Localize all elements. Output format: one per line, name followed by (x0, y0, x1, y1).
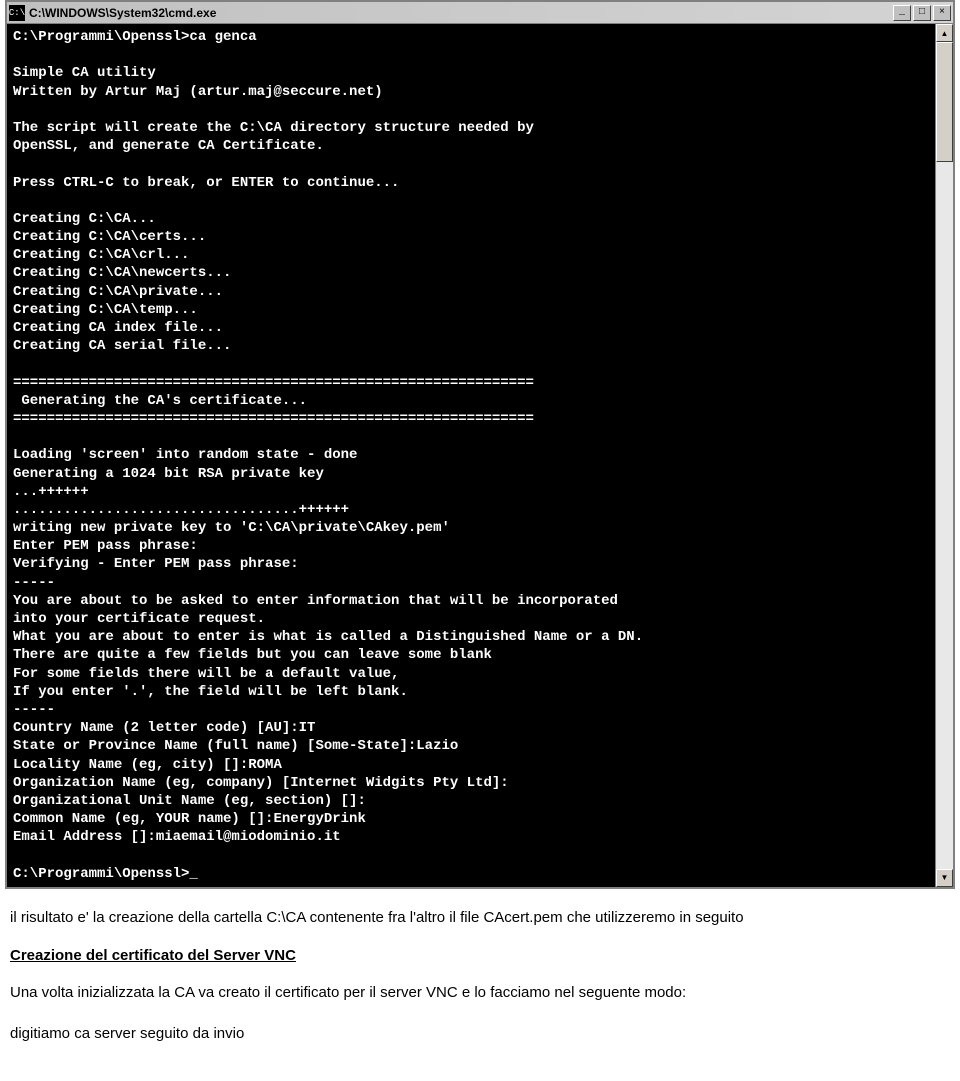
terminal-line: The script will create the C:\CA directo… (13, 119, 929, 137)
terminal-line: What you are about to enter is what is c… (13, 628, 929, 646)
terminal-line: Loading 'screen' into random state - don… (13, 446, 929, 464)
terminal-line: Country Name (2 letter code) [AU]:IT (13, 719, 929, 737)
terminal-line: Organizational Unit Name (eg, section) [… (13, 792, 929, 810)
terminal-line (13, 101, 929, 119)
paragraph-command: digitiamo ca server seguito da invio (10, 1023, 950, 1046)
terminal-line: into your certificate request. (13, 610, 929, 628)
window-title: C:\WINDOWS\System32\cmd.exe (29, 6, 893, 20)
terminal-line: ...++++++ (13, 483, 929, 501)
terminal-line: Creating C:\CA\crl... (13, 246, 929, 264)
maximize-button[interactable]: □ (913, 5, 931, 21)
terminal-line: ========================================… (13, 410, 929, 428)
terminal-line: C:\Programmi\Openssl>_ (13, 865, 929, 883)
scroll-track[interactable] (936, 42, 953, 869)
terminal-line: writing new private key to 'C:\CA\privat… (13, 519, 929, 537)
terminal-line: You are about to be asked to enter infor… (13, 592, 929, 610)
terminal-line: Creating CA index file... (13, 319, 929, 337)
minimize-button[interactable]: _ (893, 5, 911, 21)
terminal-line: If you enter '.', the field will be left… (13, 683, 929, 701)
terminal-line: C:\Programmi\Openssl>ca genca (13, 28, 929, 46)
scroll-up-button[interactable]: ▲ (936, 24, 953, 42)
heading-server-cert: Creazione del certificato del Server VNC (10, 947, 950, 964)
terminal-line (13, 355, 929, 373)
terminal-line: Generating a 1024 bit RSA private key (13, 465, 929, 483)
terminal-line: Creating C:\CA\certs... (13, 228, 929, 246)
document-text: il risultato e' la creazione della carte… (0, 889, 960, 1081)
terminal-line: Written by Artur Maj (artur.maj@seccure.… (13, 83, 929, 101)
terminal-line (13, 192, 929, 210)
terminal-line: There are quite a few fields but you can… (13, 646, 929, 664)
terminal-line: Enter PEM pass phrase: (13, 537, 929, 555)
close-button[interactable]: × (933, 5, 951, 21)
terminal-line: Locality Name (eg, city) []:ROMA (13, 756, 929, 774)
terminal-line: State or Province Name (full name) [Some… (13, 737, 929, 755)
terminal-line: Organization Name (eg, company) [Interne… (13, 774, 929, 792)
terminal-line (13, 46, 929, 64)
terminal-line: For some fields there will be a default … (13, 665, 929, 683)
terminal-body: C:\Programmi\Openssl>ca genca Simple CA … (7, 24, 953, 887)
terminal-content[interactable]: C:\Programmi\Openssl>ca genca Simple CA … (7, 24, 935, 887)
scroll-thumb[interactable] (936, 42, 953, 162)
cmd-window: C:\ C:\WINDOWS\System32\cmd.exe _ □ × C:… (5, 0, 955, 889)
terminal-line (13, 428, 929, 446)
terminal-line: Generating the CA's certificate... (13, 392, 929, 410)
terminal-line: Creating C:\CA... (13, 210, 929, 228)
terminal-line: ----- (13, 701, 929, 719)
terminal-line: Email Address []:miaemail@miodominio.it (13, 828, 929, 846)
scroll-down-button[interactable]: ▼ (936, 869, 953, 887)
terminal-line (13, 155, 929, 173)
terminal-line: OpenSSL, and generate CA Certificate. (13, 137, 929, 155)
terminal-line (13, 846, 929, 864)
window-controls: _ □ × (893, 5, 951, 21)
terminal-line: Creating CA serial file... (13, 337, 929, 355)
terminal-line: Verifying - Enter PEM pass phrase: (13, 555, 929, 573)
terminal-line: ..................................++++++ (13, 501, 929, 519)
terminal-line: Creating C:\CA\temp... (13, 301, 929, 319)
terminal-line: Simple CA utility (13, 64, 929, 82)
terminal-line: ----- (13, 574, 929, 592)
paragraph-result: il risultato e' la creazione della carte… (10, 907, 950, 930)
scrollbar: ▲ ▼ (935, 24, 953, 887)
terminal-line: ========================================… (13, 374, 929, 392)
terminal-line: Press CTRL-C to break, or ENTER to conti… (13, 174, 929, 192)
cmd-icon: C:\ (9, 5, 25, 21)
terminal-line: Creating C:\CA\newcerts... (13, 264, 929, 282)
terminal-line: Common Name (eg, YOUR name) []:EnergyDri… (13, 810, 929, 828)
paragraph-init: Una volta inizializzata la CA va creato … (10, 982, 950, 1005)
title-bar: C:\ C:\WINDOWS\System32\cmd.exe _ □ × (7, 2, 953, 24)
terminal-line: Creating C:\CA\private... (13, 283, 929, 301)
